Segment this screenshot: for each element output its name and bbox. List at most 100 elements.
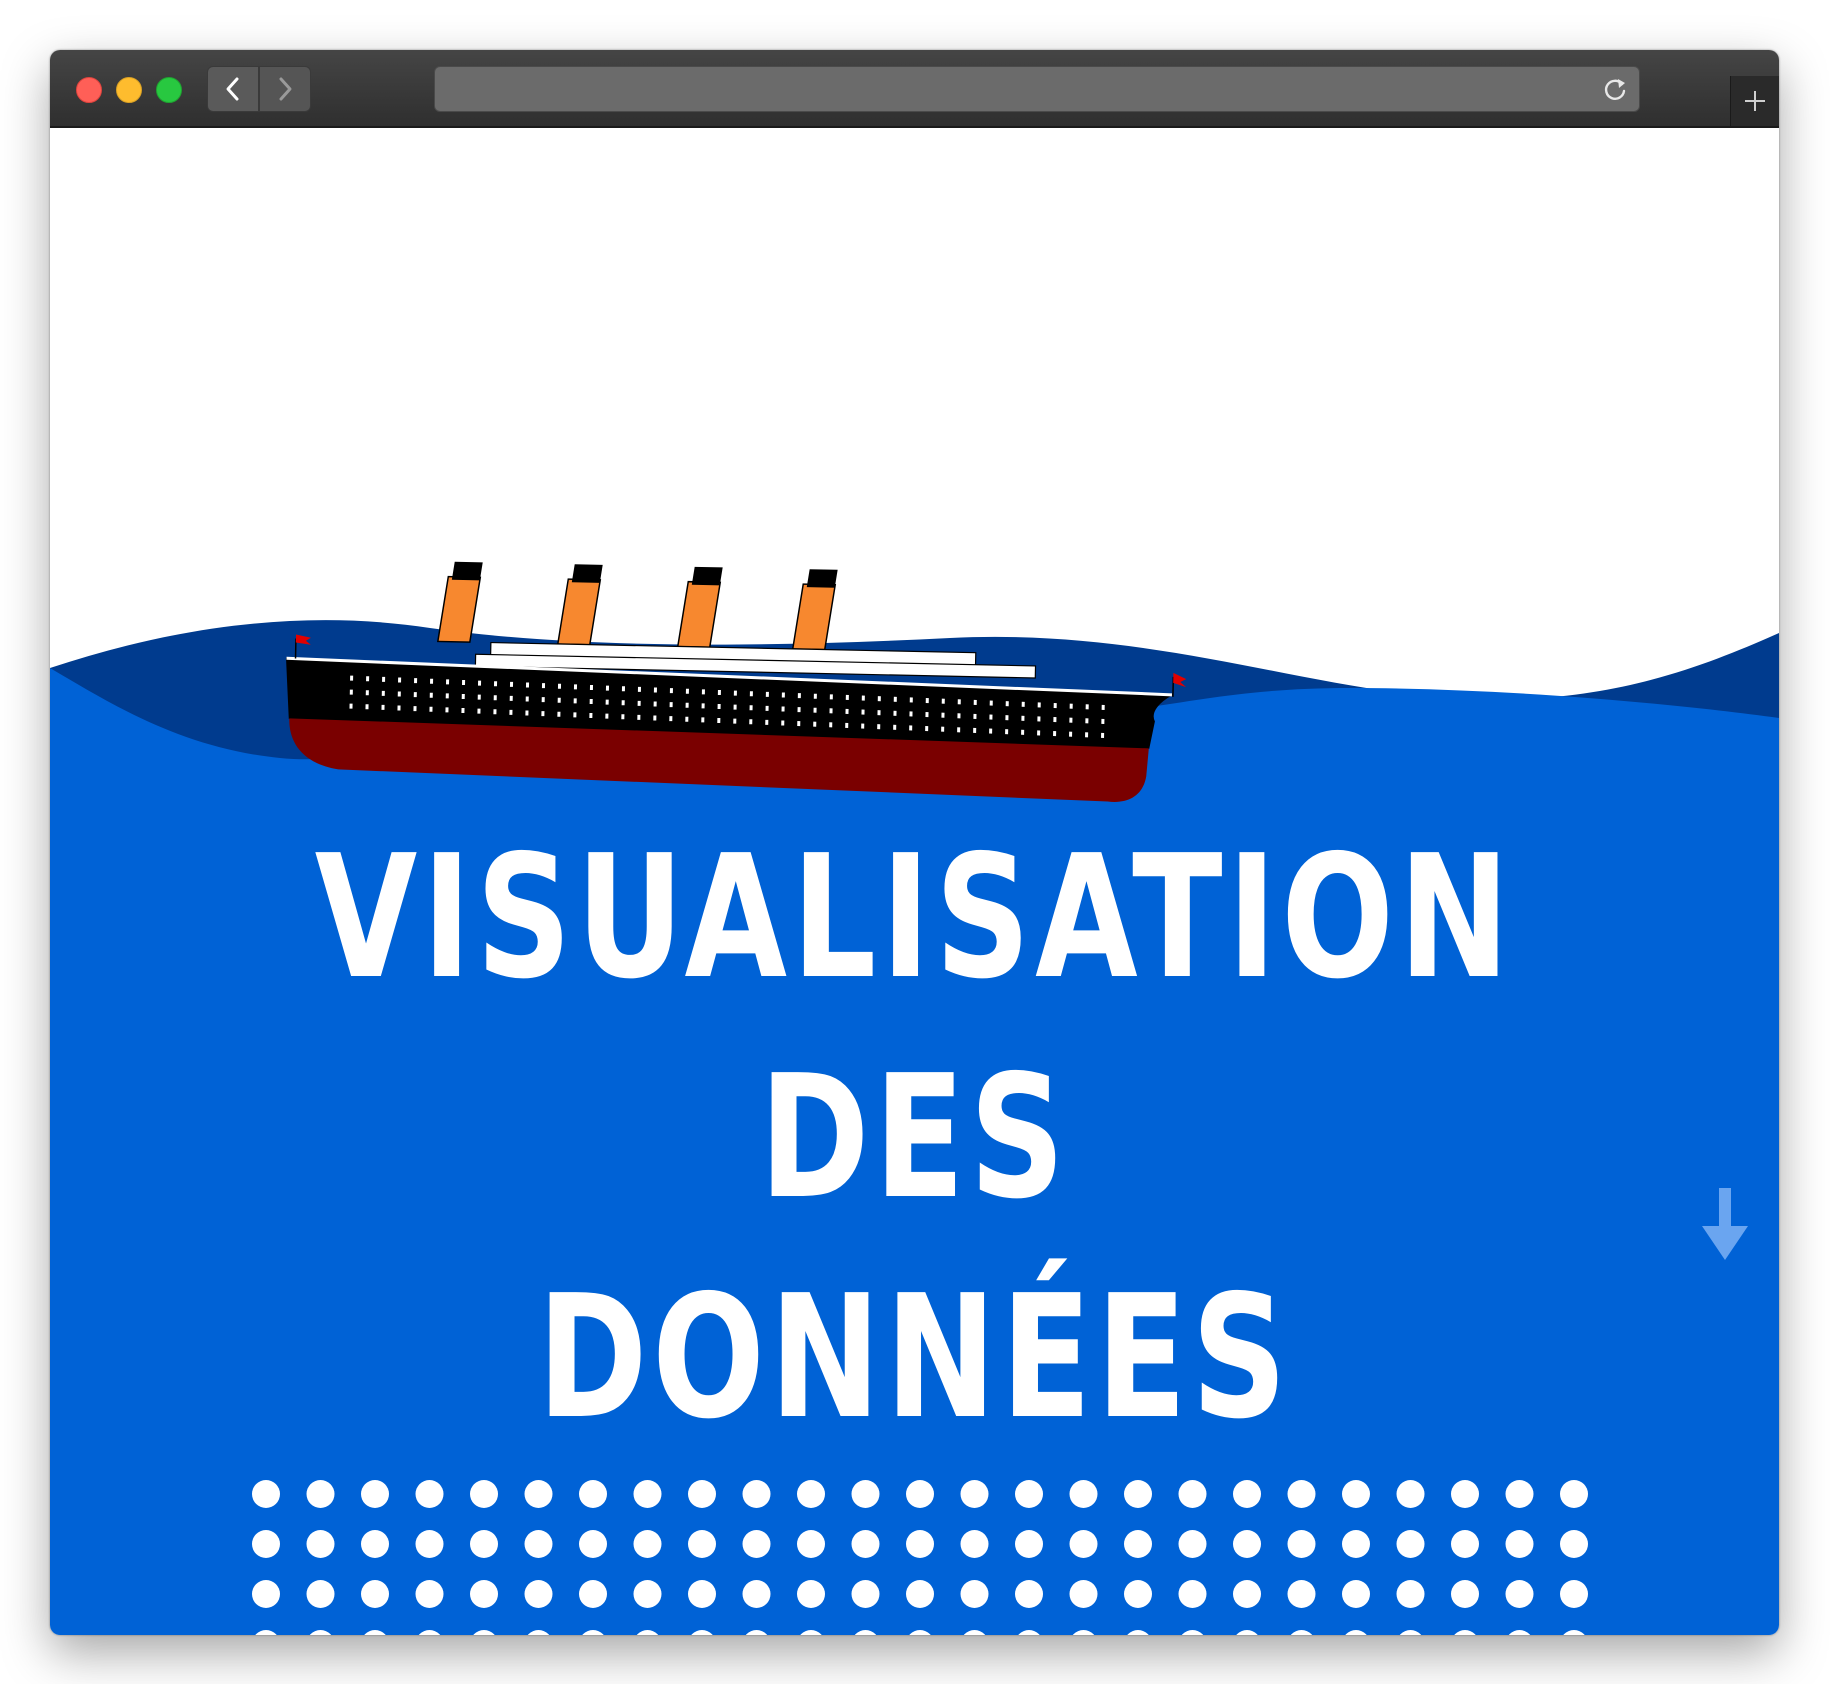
porthole <box>1021 729 1025 735</box>
porthole <box>653 701 657 707</box>
zoom-window-button[interactable] <box>156 77 182 103</box>
porthole <box>989 728 993 734</box>
porthole <box>637 686 641 692</box>
porthole <box>637 700 641 706</box>
porthole <box>1005 715 1009 721</box>
porthole <box>621 686 626 692</box>
grid-dot <box>361 1530 389 1558</box>
grid-dot <box>1560 1530 1588 1558</box>
porthole <box>957 713 961 719</box>
grid-dot <box>470 1530 498 1558</box>
porthole <box>653 715 657 721</box>
porthole <box>541 711 545 717</box>
porthole <box>349 689 353 695</box>
grid-dot <box>1451 1580 1479 1608</box>
porthole <box>957 699 961 705</box>
porthole <box>605 685 610 691</box>
grid-dot <box>1015 1530 1043 1558</box>
grid-dot <box>1451 1530 1479 1558</box>
porthole <box>462 679 466 686</box>
dots-grid <box>252 1480 1588 1635</box>
porthole <box>461 707 465 714</box>
porthole <box>973 713 977 719</box>
grid-dot <box>361 1480 389 1508</box>
grid-dot <box>906 1580 934 1608</box>
grid-dot <box>1178 1480 1207 1508</box>
minimize-window-button[interactable] <box>116 77 142 103</box>
back-button[interactable] <box>207 66 259 112</box>
reload-icon[interactable] <box>1601 75 1629 103</box>
grid-dot <box>909 1630 931 1635</box>
grid-dot <box>524 1480 553 1508</box>
close-window-button[interactable] <box>76 77 102 103</box>
grid-dot <box>633 1530 662 1558</box>
grid-dot <box>1072 1630 1095 1635</box>
porthole <box>925 698 929 704</box>
porthole <box>813 721 817 727</box>
porthole <box>397 705 401 711</box>
grid-dot <box>797 1480 825 1508</box>
porthole <box>941 726 945 732</box>
grid-dot <box>1233 1480 1261 1508</box>
grid-dot <box>1287 1480 1316 1508</box>
forward-button[interactable] <box>259 66 311 112</box>
porthole <box>749 719 753 725</box>
porthole <box>365 704 369 710</box>
porthole <box>717 717 721 724</box>
porthole <box>350 675 354 681</box>
grid-dot <box>1505 1580 1534 1608</box>
grid-dot <box>1233 1530 1261 1558</box>
porthole <box>669 716 673 722</box>
porthole <box>861 709 865 715</box>
porthole <box>397 691 401 697</box>
grid-dot <box>1069 1480 1098 1508</box>
porthole <box>813 693 817 699</box>
grid-dot <box>906 1480 934 1508</box>
grid-dot <box>361 1580 389 1608</box>
porthole <box>989 714 993 720</box>
porthole <box>829 722 833 728</box>
porthole <box>430 678 434 684</box>
porthole <box>973 699 977 705</box>
porthole <box>525 696 529 702</box>
porthole <box>477 694 481 700</box>
porthole <box>414 678 418 684</box>
porthole <box>765 705 769 711</box>
porthole <box>1069 717 1073 723</box>
porthole <box>381 704 385 710</box>
porthole <box>653 687 657 693</box>
porthole <box>573 712 577 718</box>
porthole <box>557 683 562 689</box>
porthole <box>589 684 594 691</box>
grid-dot <box>851 1480 880 1508</box>
porthole <box>861 723 865 729</box>
porthole <box>1069 703 1073 709</box>
porthole <box>765 691 769 697</box>
grid-dot <box>1451 1480 1479 1508</box>
porthole <box>1005 729 1009 735</box>
porthole <box>621 700 625 706</box>
address-bar[interactable] <box>434 66 1640 112</box>
porthole <box>685 716 689 722</box>
grid-dot <box>1560 1480 1588 1508</box>
grid-dot <box>473 1630 495 1635</box>
porthole <box>669 702 673 708</box>
grid-dot <box>1454 1630 1476 1635</box>
grid-dot <box>579 1480 607 1508</box>
porthole <box>605 699 609 705</box>
arrow-down-icon[interactable] <box>1700 1188 1750 1268</box>
grid-dot <box>1345 1630 1367 1635</box>
grid-dot <box>1124 1480 1152 1508</box>
porthole <box>1085 718 1089 724</box>
grid-dot <box>1563 1630 1585 1635</box>
porthole <box>685 688 689 694</box>
porthole <box>893 696 897 702</box>
porthole <box>589 698 593 705</box>
porthole <box>1101 704 1105 710</box>
new-tab-button[interactable] <box>1730 76 1779 126</box>
porthole <box>1037 730 1041 736</box>
grid-dot <box>1505 1480 1534 1508</box>
plus-icon <box>1745 91 1765 111</box>
grid-dot <box>1124 1580 1152 1608</box>
porthole <box>541 697 545 703</box>
